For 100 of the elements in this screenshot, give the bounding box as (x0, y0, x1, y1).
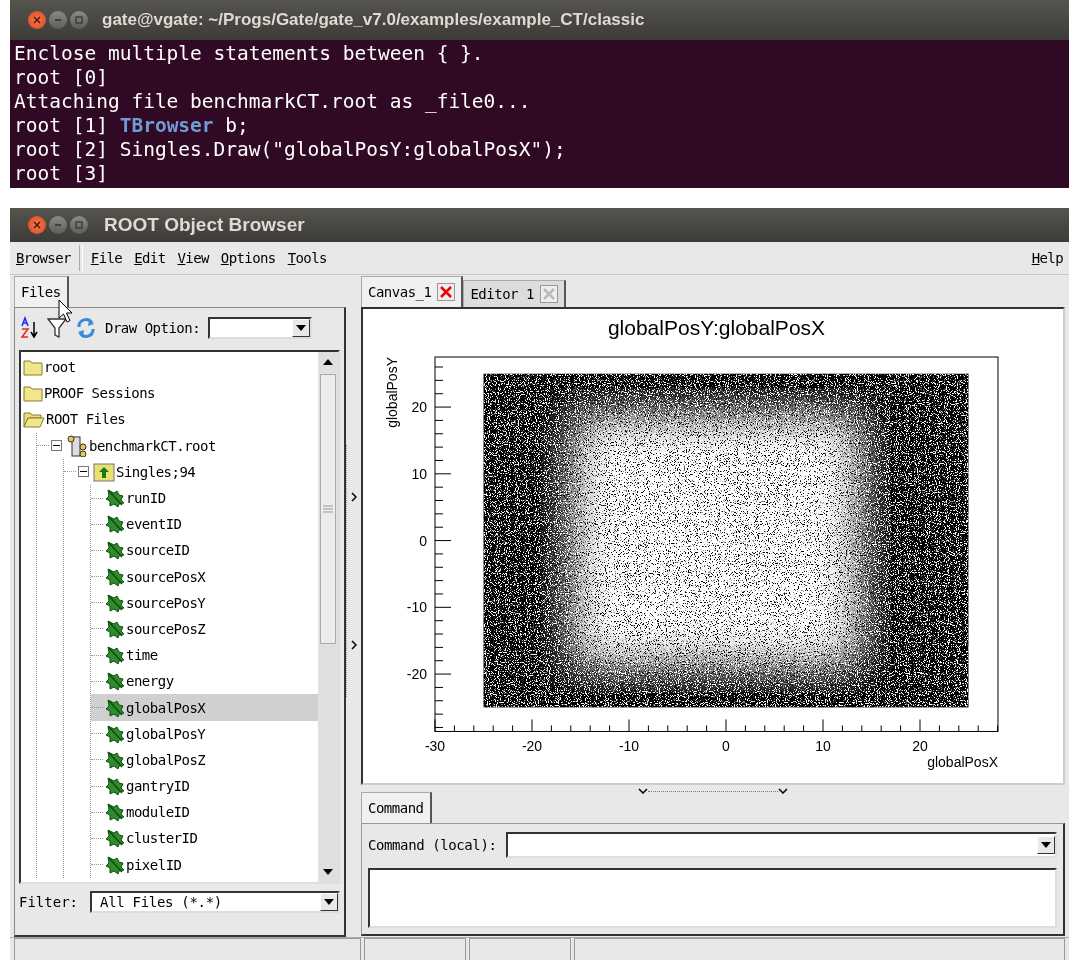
menu-item[interactable]: View (171, 250, 215, 266)
terminal-line: root [1] TBrowser b; (14, 114, 250, 138)
tree-item[interactable]: sourceID (91, 537, 318, 564)
chevron-right-icon[interactable] (351, 492, 357, 502)
collapse-icon[interactable] (51, 440, 62, 452)
tab[interactable]: Files (14, 276, 69, 307)
menu-item[interactable]: File (84, 250, 129, 266)
command-label: Command (local): (368, 837, 497, 853)
folder-icon (23, 384, 43, 403)
leaf-icon (105, 854, 125, 875)
tree-item[interactable]: moduleID (91, 799, 318, 826)
y-tick-label: 0 (419, 532, 427, 549)
menu-item[interactable]: Browser (10, 250, 77, 266)
x-tick-label: -30 (424, 738, 446, 755)
collapse-icon[interactable] (78, 466, 89, 478)
mouse-cursor-icon (58, 299, 74, 323)
sort-icon[interactable] (19, 316, 39, 340)
maximize-button[interactable] (70, 216, 88, 234)
chevron-right-icon[interactable] (351, 640, 357, 650)
leaf-icon (105, 671, 125, 692)
scroll-down-icon[interactable] (323, 869, 333, 875)
y-tick-label: -20 (406, 666, 427, 683)
x-tick-label: 20 (912, 738, 928, 755)
terminal-line: Attaching file benchmarkCT.root as _file0... (14, 90, 532, 114)
tree-item[interactable]: energy (91, 668, 318, 695)
tree-item[interactable]: clusterID (91, 825, 318, 852)
menu-item[interactable]: Options (214, 250, 282, 266)
leaf-icon (105, 514, 125, 535)
tab[interactable]: Canvas_1 (361, 276, 464, 307)
tree-item[interactable]: globalPosZ (91, 746, 318, 773)
close-icon[interactable] (437, 283, 456, 301)
maximize-icon[interactable] (75, 16, 83, 24)
leaf-icon (105, 645, 125, 666)
command-input[interactable] (506, 832, 1057, 858)
leaf-icon (105, 776, 125, 797)
tree-item[interactable]: benchmarkCT.root (37, 432, 318, 459)
leaf-icon (105, 697, 125, 718)
minimize-button[interactable] (49, 11, 67, 29)
file-icon (66, 434, 88, 457)
tree-item[interactable]: time (91, 642, 318, 669)
tree-item[interactable]: PROOF Sessions (23, 380, 318, 407)
minimize-button[interactable] (49, 216, 67, 234)
tree-item[interactable]: sourcePosY (91, 589, 318, 616)
terminal-line: Enclose multiple statements between { }. (14, 42, 485, 66)
tree-item[interactable]: Singles;94 (64, 458, 318, 485)
terminal-line: root [2] Singles.Draw("globalPosY:globalPosX"); (14, 138, 567, 162)
maximize-button[interactable] (70, 11, 88, 29)
close-button[interactable] (28, 11, 46, 29)
chevron-down-icon[interactable] (638, 788, 648, 794)
y-tick-label: -10 (406, 599, 427, 616)
close-icon[interactable] (539, 285, 558, 303)
close-icon[interactable] (33, 221, 41, 229)
filter-dropdown[interactable]: All Files (*.*) (90, 891, 340, 913)
tab[interactable]: Command (361, 792, 432, 823)
leaf-icon (105, 828, 125, 849)
tree-item[interactable]: runID (91, 484, 318, 512)
x-tick-label: -20 (521, 738, 543, 755)
tree-icon (93, 461, 115, 482)
terminal-line: root [0] (14, 66, 109, 90)
leaf-icon (105, 592, 125, 613)
tree-item[interactable]: gantryID (91, 773, 318, 800)
tree-item[interactable]: ROOT Files (23, 406, 318, 433)
chevron-down-icon[interactable] (778, 788, 788, 794)
tree-item[interactable]: root (23, 354, 318, 381)
tree-item[interactable]: pixelID (91, 851, 318, 878)
maximize-icon[interactable] (75, 221, 83, 229)
scroll-up-icon[interactable] (323, 359, 333, 365)
close-button[interactable] (28, 216, 46, 234)
x-tick-label: 0 (722, 738, 730, 755)
folder-icon (23, 358, 43, 377)
leaf-icon (105, 540, 125, 561)
leaf-icon (105, 749, 125, 770)
minimize-icon[interactable] (54, 221, 62, 229)
scrollbar[interactable] (318, 352, 338, 882)
close-icon[interactable] (33, 16, 41, 24)
tab[interactable]: Editor 1 (463, 280, 566, 307)
grip-icon[interactable] (323, 505, 333, 513)
menu-item[interactable]: Help (1025, 250, 1069, 266)
tree-item[interactable]: sourcePosX (91, 563, 318, 590)
open-folder-icon (23, 410, 45, 429)
menu-item[interactable]: Edit (128, 250, 172, 266)
minimize-icon[interactable] (54, 16, 62, 24)
leaf-icon (105, 618, 125, 639)
x-tick-label: -10 (618, 738, 640, 755)
filter-icon[interactable] (47, 317, 67, 339)
tree-item[interactable]: sourcePosZ (91, 615, 318, 643)
refresh-icon[interactable] (75, 317, 97, 339)
leaf-icon (105, 488, 125, 509)
tree-item[interactable]: eventID (91, 511, 318, 538)
tree-item[interactable]: globalPosY (91, 720, 318, 747)
menu-item[interactable]: Tools (281, 250, 333, 266)
draw-option-label: Draw Option: (105, 320, 201, 336)
leaf-icon (105, 723, 125, 744)
plot-title: globalPosY:globalPosX (607, 316, 826, 339)
x-tick-label: 10 (815, 738, 831, 755)
tree-item[interactable]: globalPosX (91, 694, 318, 721)
leaf-icon (105, 566, 125, 587)
y-tick-label: 20 (411, 399, 427, 416)
y-tick-label: 10 (411, 465, 427, 482)
draw-option-dropdown[interactable] (208, 317, 313, 339)
